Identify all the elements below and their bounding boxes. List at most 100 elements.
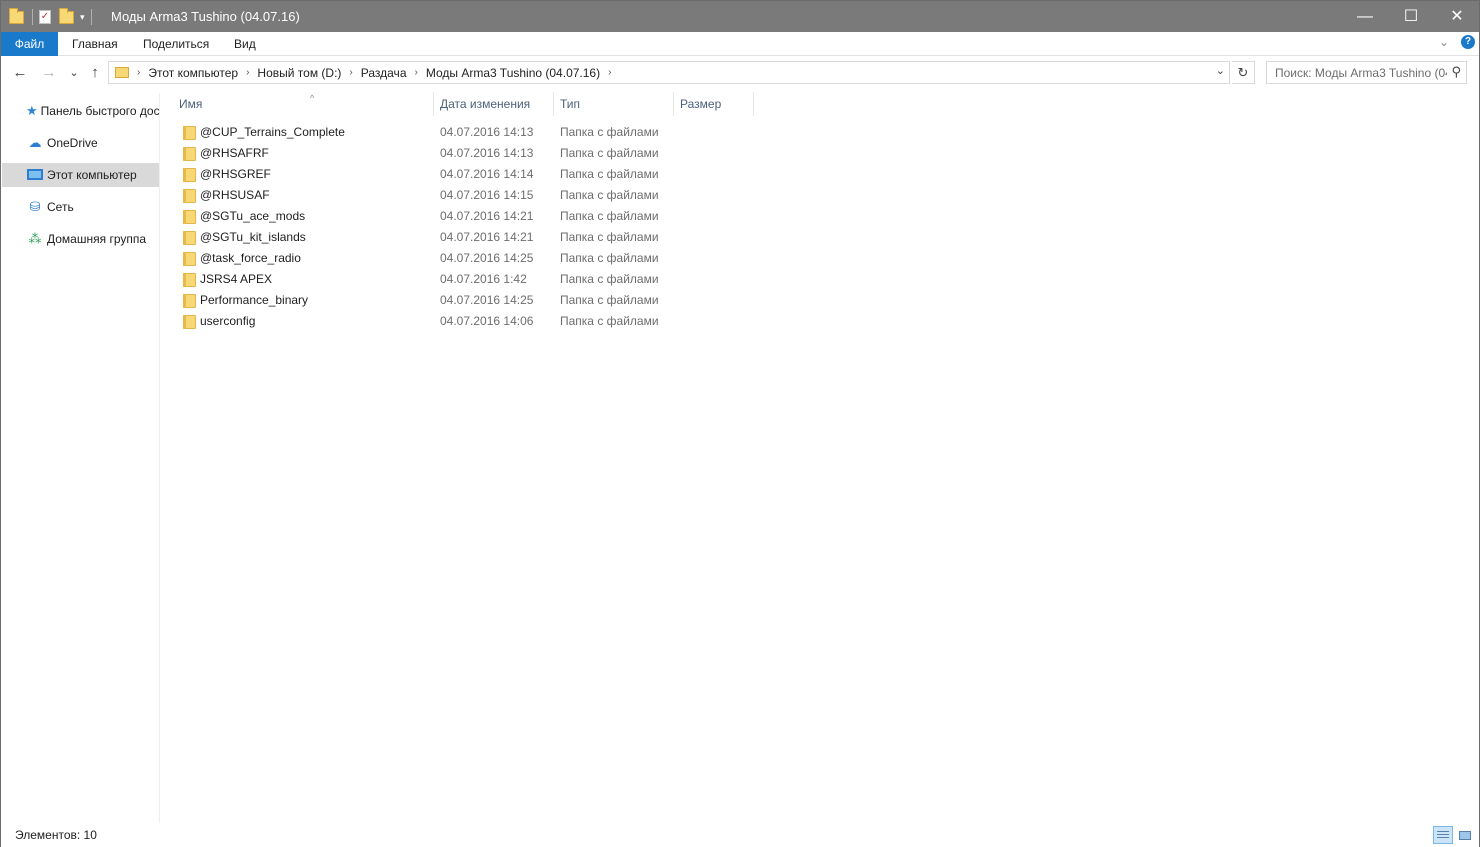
column-header-name[interactable]: Имя ^ (173, 92, 434, 116)
back-button[interactable]: ← (9, 63, 31, 83)
file-date: 04.07.2016 14:06 (440, 314, 534, 328)
sidebar-item-label: Домашняя группа (47, 232, 147, 246)
large-icons-view-button[interactable] (1455, 826, 1475, 844)
sidebar-item-label: Этот компьютер (47, 168, 137, 182)
recent-locations-button[interactable]: ⌄ (63, 63, 85, 83)
minimize-button[interactable]: — (1342, 1, 1388, 32)
file-name: @RHSAFRF (200, 146, 269, 160)
chevron-right-icon[interactable]: › (413, 67, 420, 78)
chevron-down-icon[interactable]: ▾ (80, 12, 85, 23)
folder-icon (183, 252, 196, 266)
file-date: 04.07.2016 14:25 (440, 251, 534, 265)
details-view-button[interactable] (1433, 826, 1453, 844)
maximize-button[interactable]: ☐ (1388, 1, 1434, 32)
details-view-icon (1437, 831, 1449, 840)
forward-button[interactable]: → (38, 63, 60, 83)
chevron-right-icon[interactable]: › (135, 67, 142, 78)
chevron-right-icon[interactable]: › (244, 67, 251, 78)
sidebar-item-label: Панель быстрого доступа (40, 104, 159, 118)
computer-icon (26, 168, 44, 183)
file-date: 04.07.2016 14:21 (440, 230, 534, 244)
sidebar-item-quick-access[interactable]: ★ Панель быстрого доступа (2, 99, 159, 123)
sidebar-item-this-pc[interactable]: Этот компьютер (2, 163, 159, 187)
file-type: Папка с файлами (560, 188, 659, 202)
sidebar-item-label: Сеть (47, 200, 74, 214)
close-button[interactable]: ✕ (1434, 1, 1480, 32)
item-count: Элементов: 10 (15, 828, 97, 842)
tab-file[interactable]: Файл (1, 32, 58, 56)
table-row[interactable]: userconfig 04.07.2016 14:06 Папка с файл… (173, 311, 667, 332)
breadcrumb: › Этот компьютер › Новый том (D:) › Разд… (135, 62, 613, 83)
quick-access-toolbar: ✓ ▾ (9, 7, 98, 27)
breadcrumb-item[interactable]: Этот компьютер (142, 66, 244, 80)
large-icons-view-icon (1459, 831, 1471, 840)
tab-share[interactable]: Поделиться (131, 32, 221, 56)
table-row[interactable]: @RHSUSAF 04.07.2016 14:15 Папка с файлам… (173, 185, 667, 206)
column-header-type[interactable]: Тип (554, 92, 674, 116)
sidebar-item-onedrive[interactable]: ☁ OneDrive (2, 131, 159, 155)
file-type: Папка с файлами (560, 272, 659, 286)
file-date: 04.07.2016 14:15 (440, 188, 534, 202)
help-icon[interactable]: ? (1461, 35, 1475, 49)
file-date: 04.07.2016 14:25 (440, 293, 534, 307)
table-row[interactable]: @SGTu_kit_islands 04.07.2016 14:21 Папка… (173, 227, 667, 248)
folder-icon (183, 189, 196, 203)
navigation-pane: ★ Панель быстрого доступа ☁ OneDrive Это… (2, 93, 160, 823)
table-row[interactable]: @CUP_Terrains_Complete 04.07.2016 14:13 … (173, 122, 667, 143)
ribbon-controls: ⌄ ? (1439, 35, 1475, 49)
folder-icon (183, 126, 196, 140)
file-name: @CUP_Terrains_Complete (200, 125, 345, 139)
file-type: Папка с файлами (560, 251, 659, 265)
folder-icon (183, 168, 196, 182)
properties-icon[interactable]: ✓ (39, 10, 51, 24)
toolbar-divider (90, 9, 92, 25)
folder-icon (9, 7, 24, 24)
navigation-bar: ← → ⌄ ↑ › Этот компьютер › Новый том (D:… (1, 57, 1479, 89)
table-row[interactable]: @task_force_radio 04.07.2016 14:25 Папка… (173, 248, 667, 269)
file-name: @task_force_radio (200, 251, 301, 265)
search-icon[interactable]: ⚲ (1451, 64, 1461, 80)
breadcrumb-item[interactable]: Новый том (D:) (251, 66, 347, 80)
chevron-right-icon[interactable]: › (347, 67, 354, 78)
cloud-icon: ☁ (28, 135, 42, 150)
file-type: Папка с файлами (560, 125, 659, 139)
file-name: @SGTu_kit_islands (200, 230, 306, 244)
sidebar-item-homegroup[interactable]: ⁂ Домашняя группа (2, 227, 159, 251)
sort-ascending-icon: ^ (310, 93, 315, 103)
tab-home[interactable]: Главная (60, 32, 130, 56)
sidebar-item-network[interactable]: ⛁ Сеть (2, 195, 159, 219)
column-header-date[interactable]: Дата изменения (434, 92, 554, 116)
table-row[interactable]: Performance_binary 04.07.2016 14:25 Папк… (173, 290, 667, 311)
file-type: Папка с файлами (560, 314, 659, 328)
refresh-button[interactable]: ↻ (1232, 61, 1255, 84)
column-header-size[interactable]: Размер (674, 92, 754, 116)
folder-icon (115, 67, 129, 78)
file-type: Папка с файлами (560, 230, 659, 244)
address-bar[interactable]: › Этот компьютер › Новый том (D:) › Разд… (108, 61, 1230, 84)
breadcrumb-item[interactable]: Моды Arma3 Tushino (04.07.16) (420, 66, 606, 80)
status-bar: Элементов: 10 (1, 823, 1479, 847)
network-icon: ⛁ (29, 199, 41, 214)
table-row[interactable]: @SGTu_ace_mods 04.07.2016 14:21 Папка с … (173, 206, 667, 227)
file-name: @RHSGREF (200, 167, 271, 181)
up-button[interactable]: ↑ (84, 63, 106, 83)
new-folder-icon[interactable] (59, 7, 74, 24)
file-date: 04.07.2016 14:21 (440, 209, 534, 223)
table-row[interactable]: @RHSAFRF 04.07.2016 14:13 Папка с файлам… (173, 143, 667, 164)
file-date: 04.07.2016 1:42 (440, 272, 527, 286)
file-name: userconfig (200, 314, 256, 328)
expand-ribbon-icon[interactable]: ⌄ (1439, 35, 1449, 49)
file-name: @RHSUSAF (200, 188, 270, 202)
folder-icon (183, 231, 196, 245)
homegroup-icon: ⁂ (28, 231, 42, 246)
search-input[interactable]: Поиск: Моды Arma3 Tushino (04.07.16) ⚲ (1266, 61, 1467, 84)
tab-view[interactable]: Вид (222, 32, 268, 56)
file-type: Папка с файлами (560, 293, 659, 307)
chevron-right-icon[interactable]: › (606, 67, 613, 78)
breadcrumb-item[interactable]: Раздача (355, 66, 413, 80)
table-row[interactable]: JSRS4 APEX 04.07.2016 1:42 Папка с файла… (173, 269, 667, 290)
file-type: Папка с файлами (560, 146, 659, 160)
address-dropdown-icon[interactable]: ⌄ (1216, 64, 1225, 77)
file-date: 04.07.2016 14:13 (440, 146, 534, 160)
table-row[interactable]: @RHSGREF 04.07.2016 14:14 Папка с файлам… (173, 164, 667, 185)
